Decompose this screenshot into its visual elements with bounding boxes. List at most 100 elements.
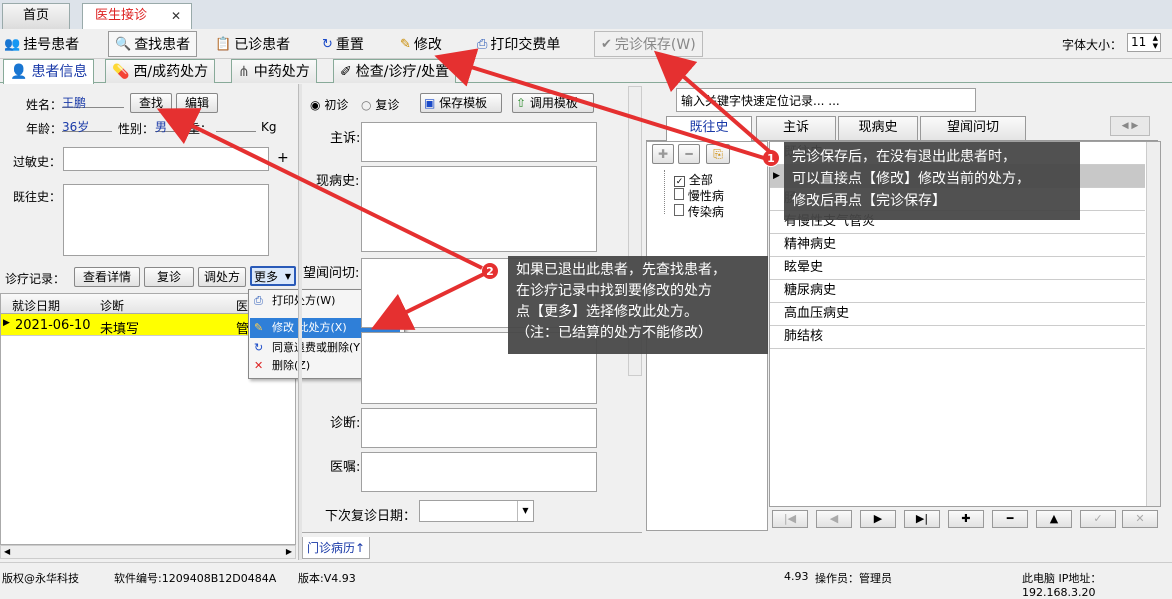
nav-remove-button[interactable]: ━ <box>992 510 1028 528</box>
tab-complaint[interactable]: 主诉 <box>756 116 836 140</box>
menu-label: 同意退费或删除(Y) <box>272 341 365 354</box>
nav-add-button[interactable]: ✚ <box>948 510 984 528</box>
allergy-field[interactable] <box>63 147 269 171</box>
complaint-field[interactable] <box>361 122 597 162</box>
weight-label: 重： <box>188 122 213 136</box>
list-item[interactable]: 高血压病史 <box>770 303 1145 326</box>
list-item[interactable]: 精神病史 <box>770 234 1145 257</box>
tip-2-badge: 2 <box>481 262 499 280</box>
close-icon[interactable]: ✕ <box>171 4 181 28</box>
advice-field[interactable] <box>361 452 597 492</box>
tab-home[interactable]: 首页 <box>2 3 70 29</box>
register-button[interactable]: 👥 挂号患者 <box>4 30 79 58</box>
ip-address: 此电脑 IP地址：192.168.3.20 <box>1022 572 1102 599</box>
tip-2: 如果已退出此患者，先查找患者， 在诊疗记录中找到要修改的处方 点【更多】选择修改… <box>508 256 768 354</box>
serial-number: 软件编号:1209408B12D0484A <box>114 572 277 585</box>
find-button[interactable]: 查找 <box>130 93 172 113</box>
font-size-select[interactable]: 11 ▲ ▼ <box>1127 33 1161 52</box>
tip-1: 完诊保存后，在没有退出此患者时， 可以直接点【修改】修改当前的处方， 修改后再点… <box>784 142 1080 220</box>
operator: 操作员：管理员 <box>815 572 892 585</box>
pill-icon: 💊 <box>112 63 130 80</box>
records-label: 诊疗记录： <box>5 272 66 286</box>
print-label: 打印交费单 <box>490 37 561 53</box>
tab-doctor[interactable]: 医生接诊 ✕ <box>82 3 192 30</box>
tab-exam[interactable]: ✐ 检查/诊疗/处置 <box>333 59 457 83</box>
list-item[interactable]: 眩晕史 <box>770 257 1145 280</box>
tree-label: 慢性病 <box>687 189 724 203</box>
refresh-icon: ↻ <box>322 36 333 52</box>
diagnosis-field[interactable] <box>361 408 597 448</box>
age-label: 年龄： <box>26 122 63 136</box>
tree-item-chronic[interactable]: 慢性病 <box>674 187 724 204</box>
tab-scroll-arrows[interactable]: ◀ ▶ <box>1110 116 1150 136</box>
advice-label: 医嘱: <box>330 460 361 475</box>
weight-value[interactable] <box>216 118 256 132</box>
nav-first-button[interactable]: |◀ <box>772 510 808 528</box>
modify-button[interactable]: ✎ 修改 <box>400 30 442 58</box>
view-detail-button[interactable]: 查看详情 <box>74 267 140 287</box>
list-item[interactable]: 肺结核 <box>770 326 1145 349</box>
h-scrollbar[interactable]: ◀ ▶ <box>0 545 296 559</box>
radio-checked-icon: ◉ <box>310 98 321 112</box>
nav-prev-button[interactable]: ◀ <box>816 510 852 528</box>
tree-item-all[interactable]: ✓ 全部 <box>674 171 713 188</box>
tab-exam-right[interactable]: 望闻问切 <box>920 116 1026 140</box>
tab-history[interactable]: 既往史 <box>666 116 752 141</box>
delete-icon: ✕ <box>254 359 264 372</box>
print-receipt-button[interactable]: ⎙ 打印交费单 <box>477 30 560 58</box>
printer-icon: ⎙ <box>477 36 488 52</box>
search-placeholder: 输入关键字快速定位记录... ... <box>681 94 840 108</box>
tree-add-button[interactable]: ✚ <box>652 144 674 164</box>
save-icon: ▣ <box>424 96 436 110</box>
tree-copy-button[interactable]: ⎘ <box>706 144 730 164</box>
tab-chinese-rx[interactable]: ⋔ 中药处方 <box>231 59 317 83</box>
tree-remove-button[interactable]: ━ <box>678 144 700 164</box>
tab-patient-info[interactable]: 👤 患者信息 <box>3 59 95 84</box>
seen-patient-button[interactable]: 📋 已诊患者 <box>215 30 290 58</box>
person-icon: 👤 <box>10 64 28 80</box>
find-label: 查找患者 <box>134 37 191 53</box>
next-date-label: 下次复诊日期： <box>325 509 417 524</box>
use-template-button[interactable]: ⇧ 调用模板 <box>512 93 594 113</box>
adjust-rx-button[interactable]: 调处方 <box>198 267 246 287</box>
list-item[interactable]: 糖尿病史 <box>770 280 1145 303</box>
nav-last-button[interactable]: ▶| <box>904 510 940 528</box>
tab-doctor-label: 医生接诊 <box>95 8 148 23</box>
reset-label: 重置 <box>335 37 364 53</box>
add-icon[interactable]: + <box>277 150 289 166</box>
v-scrollbar-right[interactable] <box>1146 142 1160 506</box>
next-date-select[interactable]: ▼ <box>419 500 534 522</box>
use-tpl-label: 调用模板 <box>529 96 578 110</box>
row-date: 2021-06-10 <box>15 318 91 333</box>
save-template-button[interactable]: ▣ 保存模板 <box>420 93 502 113</box>
col-date: 就诊日期 <box>12 299 61 313</box>
more-button[interactable]: 更多 ▼ <box>250 266 296 286</box>
scroll-left-icon: ◀ <box>4 547 11 556</box>
splitter[interactable] <box>298 84 302 560</box>
find-patient-button[interactable]: 🔍 查找患者 <box>108 31 198 57</box>
edit-button[interactable]: 编辑 <box>176 93 218 113</box>
nav-confirm-button[interactable]: ✓ <box>1080 510 1116 528</box>
tab-label: 西/成药处方 <box>133 63 209 80</box>
complete-save-button[interactable]: ✔ 完诊保存(W) <box>594 31 703 57</box>
history-label: 既往史： <box>13 190 62 204</box>
menu-label: 删除(Z) <box>272 359 311 372</box>
first-visit-radio[interactable]: ◉ 初诊 <box>310 96 348 113</box>
revisit-button[interactable]: 复诊 <box>144 267 194 287</box>
outpatient-record-tab[interactable]: 门诊病历↑ <box>302 537 371 559</box>
nav-cancel-button[interactable]: ✕ <box>1122 510 1158 528</box>
tree-item-infectious[interactable]: 传染病 <box>674 203 724 220</box>
name-value: 王鹏 <box>62 94 124 110</box>
reset-button[interactable]: ↻ 重置 <box>322 30 364 58</box>
history-field[interactable] <box>63 184 269 256</box>
tab-western-rx[interactable]: 💊 西/成药处方 <box>105 59 216 83</box>
allergy-label: 过敏史： <box>13 155 62 169</box>
revisit-radio[interactable]: ○ 复诊 <box>361 96 399 113</box>
nav-up-button[interactable]: ▲ <box>1036 510 1072 528</box>
nav-next-button[interactable]: ▶ <box>860 510 896 528</box>
present-field[interactable] <box>361 166 597 252</box>
version: 版本:V4.93 <box>298 572 356 585</box>
tree-label: 全部 <box>688 173 713 187</box>
search-input[interactable]: 输入关键字快速定位记录... ... <box>676 88 976 112</box>
tab-present[interactable]: 现病史 <box>838 116 918 140</box>
